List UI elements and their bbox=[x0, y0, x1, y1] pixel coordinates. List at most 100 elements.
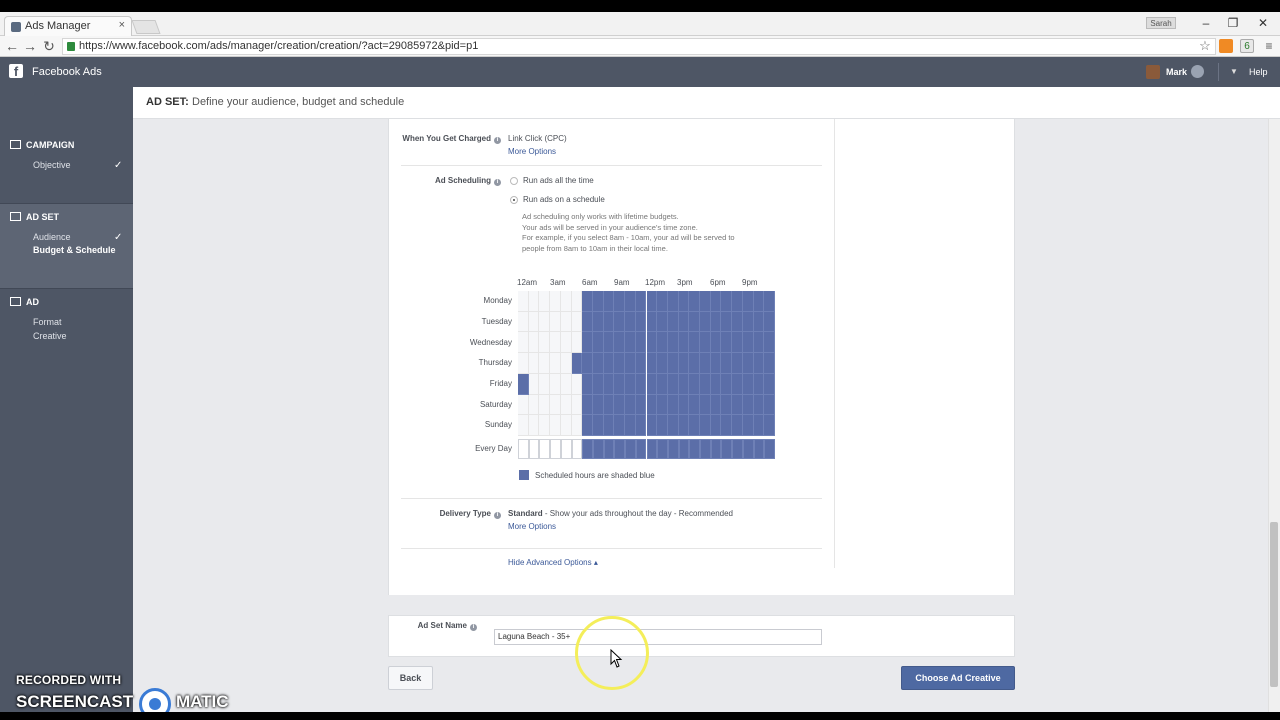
schedule-cell[interactable] bbox=[742, 311, 754, 333]
schedule-cell[interactable] bbox=[753, 332, 765, 354]
schedule-cell[interactable] bbox=[571, 353, 583, 374]
schedule-cell[interactable] bbox=[539, 332, 551, 354]
schedule-cell[interactable] bbox=[528, 311, 540, 333]
every-day-cell[interactable] bbox=[582, 439, 593, 459]
schedule-cell[interactable] bbox=[550, 394, 561, 416]
schedule-cell[interactable] bbox=[667, 394, 679, 416]
schedule-cell[interactable] bbox=[710, 373, 722, 395]
every-day-cell[interactable] bbox=[528, 439, 540, 459]
every-day-cell[interactable] bbox=[560, 439, 572, 459]
schedule-cell[interactable] bbox=[560, 415, 572, 436]
schedule-cell[interactable] bbox=[657, 353, 668, 374]
schedule-cell[interactable] bbox=[528, 373, 540, 395]
schedule-cell[interactable] bbox=[528, 353, 540, 374]
every-day-cell[interactable] bbox=[678, 439, 690, 459]
schedule-cell[interactable] bbox=[518, 332, 529, 354]
every-day-cell[interactable] bbox=[603, 439, 615, 459]
schedule-cell[interactable] bbox=[603, 332, 615, 354]
bookmark-star-icon[interactable]: ☆ bbox=[1198, 39, 1212, 53]
restore-icon[interactable]: ❐ bbox=[1225, 16, 1241, 30]
schedule-cell[interactable] bbox=[657, 332, 668, 354]
schedule-cell[interactable] bbox=[592, 415, 604, 436]
schedule-cell[interactable] bbox=[550, 373, 561, 395]
every-day-cell[interactable] bbox=[667, 439, 679, 459]
schedule-cell[interactable] bbox=[753, 394, 765, 416]
schedule-cell[interactable] bbox=[678, 394, 690, 416]
adset-name-input[interactable]: Laguna Beach - 35+ bbox=[494, 629, 822, 645]
schedule-cell[interactable] bbox=[721, 415, 733, 436]
schedule-cell[interactable] bbox=[550, 415, 561, 436]
schedule-cell[interactable] bbox=[592, 311, 604, 333]
schedule-cell[interactable] bbox=[614, 394, 626, 416]
more-options-link[interactable]: More Options bbox=[508, 522, 556, 531]
schedule-cell[interactable] bbox=[742, 332, 754, 354]
schedule-cell[interactable] bbox=[550, 311, 561, 333]
schedule-cell[interactable] bbox=[710, 415, 722, 436]
schedule-cell[interactable] bbox=[518, 415, 529, 436]
schedule-cell[interactable] bbox=[657, 415, 668, 436]
schedule-cell[interactable] bbox=[721, 311, 733, 333]
schedule-cell[interactable] bbox=[667, 291, 679, 312]
app-title[interactable]: Facebook Ads bbox=[32, 66, 102, 78]
schedule-cell[interactable] bbox=[646, 332, 658, 354]
schedule-cell[interactable] bbox=[603, 415, 615, 436]
schedule-cell[interactable] bbox=[721, 332, 733, 354]
schedule-cell[interactable] bbox=[518, 394, 529, 416]
schedule-cell[interactable] bbox=[764, 394, 775, 416]
schedule-cell[interactable] bbox=[539, 311, 551, 333]
schedule-cell[interactable] bbox=[625, 332, 636, 354]
schedule-cell[interactable] bbox=[710, 332, 722, 354]
schedule-cell[interactable] bbox=[678, 311, 690, 333]
browser-tab[interactable]: Ads Manager × bbox=[4, 16, 132, 36]
schedule-cell[interactable] bbox=[582, 394, 593, 416]
schedule-cell[interactable] bbox=[689, 394, 701, 416]
schedule-cell[interactable] bbox=[603, 373, 615, 395]
schedule-cell[interactable] bbox=[700, 394, 711, 416]
more-options-link[interactable]: More Options bbox=[508, 147, 556, 156]
profile-chip[interactable]: Sarah bbox=[1146, 17, 1176, 29]
schedule-cell[interactable] bbox=[582, 311, 593, 333]
schedule-cell[interactable] bbox=[528, 415, 540, 436]
schedule-cell[interactable] bbox=[603, 394, 615, 416]
reload-icon[interactable]: ↻ bbox=[41, 38, 57, 54]
schedule-cell[interactable] bbox=[582, 332, 593, 354]
sidebar-adset-title[interactable]: AD SET bbox=[10, 212, 59, 222]
schedule-cell[interactable] bbox=[678, 291, 690, 312]
schedule-cell[interactable] bbox=[678, 353, 690, 374]
schedule-cell[interactable] bbox=[635, 353, 647, 374]
radio-run-on-schedule-label[interactable]: Run ads on a schedule bbox=[523, 195, 605, 204]
schedule-cell[interactable] bbox=[625, 311, 636, 333]
url-bar[interactable]: https://www.facebook.com/ads/manager/cre… bbox=[62, 38, 1216, 55]
info-icon[interactable]: i bbox=[494, 512, 501, 519]
schedule-cell[interactable] bbox=[732, 415, 743, 436]
schedule-cell[interactable] bbox=[592, 353, 604, 374]
schedule-cell[interactable] bbox=[764, 415, 775, 436]
schedule-cell[interactable] bbox=[742, 373, 754, 395]
schedule-cell[interactable] bbox=[646, 311, 658, 333]
schedule-cell[interactable] bbox=[550, 291, 561, 312]
schedule-cell[interactable] bbox=[592, 373, 604, 395]
schedule-grid[interactable] bbox=[518, 291, 775, 436]
schedule-cell[interactable] bbox=[753, 373, 765, 395]
schedule-cell[interactable] bbox=[625, 394, 636, 416]
schedule-cell[interactable] bbox=[678, 332, 690, 354]
every-day-cell[interactable] bbox=[550, 439, 561, 459]
schedule-cell[interactable] bbox=[582, 291, 593, 312]
schedule-cell[interactable] bbox=[710, 353, 722, 374]
schedule-cell[interactable] bbox=[700, 291, 711, 312]
schedule-cell[interactable] bbox=[764, 332, 775, 354]
schedule-cell[interactable] bbox=[571, 291, 583, 312]
extension-badge-icon[interactable]: 6 bbox=[1240, 39, 1254, 53]
schedule-cell[interactable] bbox=[764, 311, 775, 333]
every-day-cell[interactable] bbox=[625, 439, 636, 459]
window-close-icon[interactable]: ✕ bbox=[1255, 16, 1271, 30]
schedule-cell[interactable] bbox=[764, 353, 775, 374]
minimize-icon[interactable]: ‒ bbox=[1198, 16, 1214, 30]
sidebar-item-audience[interactable]: Audience bbox=[33, 232, 71, 242]
facebook-logo-icon[interactable]: f bbox=[9, 64, 23, 79]
schedule-cell[interactable] bbox=[700, 353, 711, 374]
every-day-cell[interactable] bbox=[592, 439, 604, 459]
schedule-cell[interactable] bbox=[646, 394, 658, 416]
schedule-cell[interactable] bbox=[635, 394, 647, 416]
every-day-cell[interactable] bbox=[732, 439, 743, 459]
